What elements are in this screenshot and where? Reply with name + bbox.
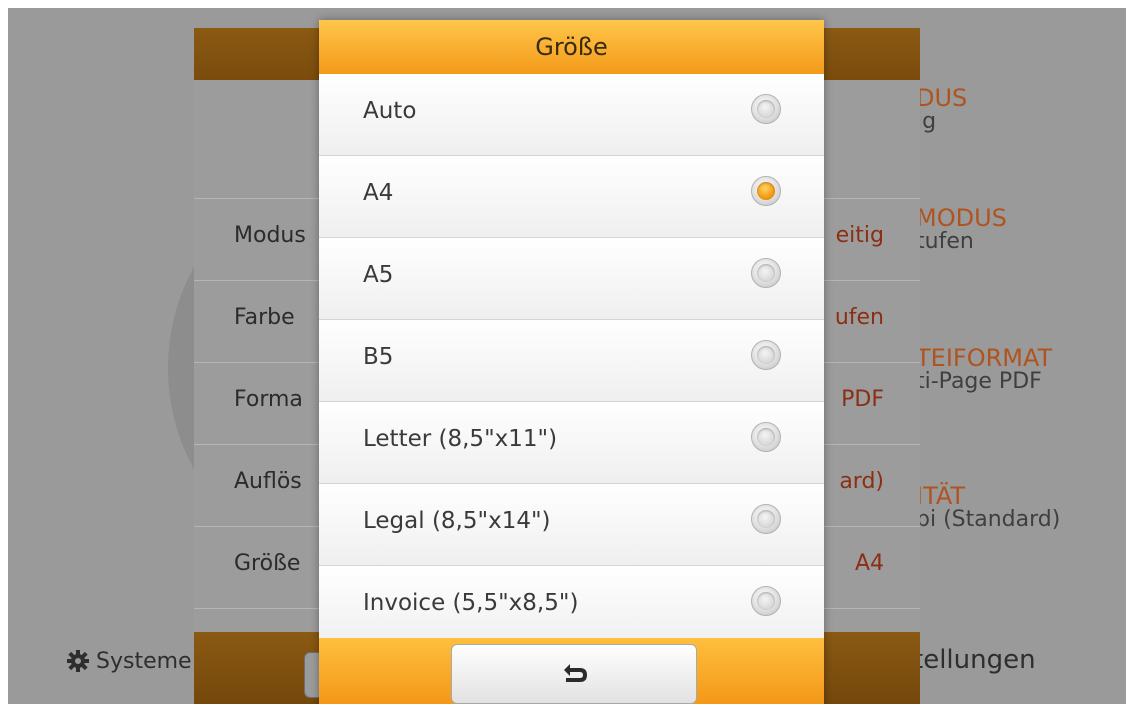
radio-button[interactable] (751, 504, 781, 534)
option-a5[interactable]: A5 (319, 238, 824, 320)
settings-label[interactable]: tellungen (913, 645, 1036, 675)
gear-icon[interactable] (66, 649, 90, 673)
option-letter[interactable]: Letter (8,5"x11") (319, 402, 824, 484)
radio-button[interactable] (751, 94, 781, 124)
dialog-footer (319, 638, 824, 704)
bg-info-mode: DUS ig (916, 84, 968, 134)
radio-button[interactable] (751, 340, 781, 370)
option-auto[interactable]: Auto (319, 74, 824, 156)
option-a4[interactable]: A4 (319, 156, 824, 238)
radio-button-checked[interactable] (751, 176, 781, 206)
bg-info-file-format: TEIFORMAT ti-Page PDF (916, 344, 1053, 394)
radio-button[interactable] (751, 422, 781, 452)
bg-info-color-mode: MODUS tufen (916, 204, 1007, 254)
dialog-title: Größe (319, 20, 824, 74)
option-b5[interactable]: B5 (319, 320, 824, 402)
back-button[interactable] (451, 644, 697, 704)
radio-button[interactable] (751, 258, 781, 288)
bg-info-quality: ITÄT pi (Standard) (916, 482, 1061, 532)
option-legal[interactable]: Legal (8,5"x14") (319, 484, 824, 566)
screen: DUS ig MODUS tufen TEIFORMAT ti-Page PDF… (8, 8, 1126, 704)
size-dialog: Größe Auto A4 A5 B5 Letter (8,5"x11") Le… (319, 20, 824, 704)
system-settings-label[interactable]: Systeme (96, 649, 192, 674)
option-invoice[interactable]: Invoice (5,5"x8,5") (319, 566, 824, 648)
radio-button[interactable] (751, 586, 781, 616)
